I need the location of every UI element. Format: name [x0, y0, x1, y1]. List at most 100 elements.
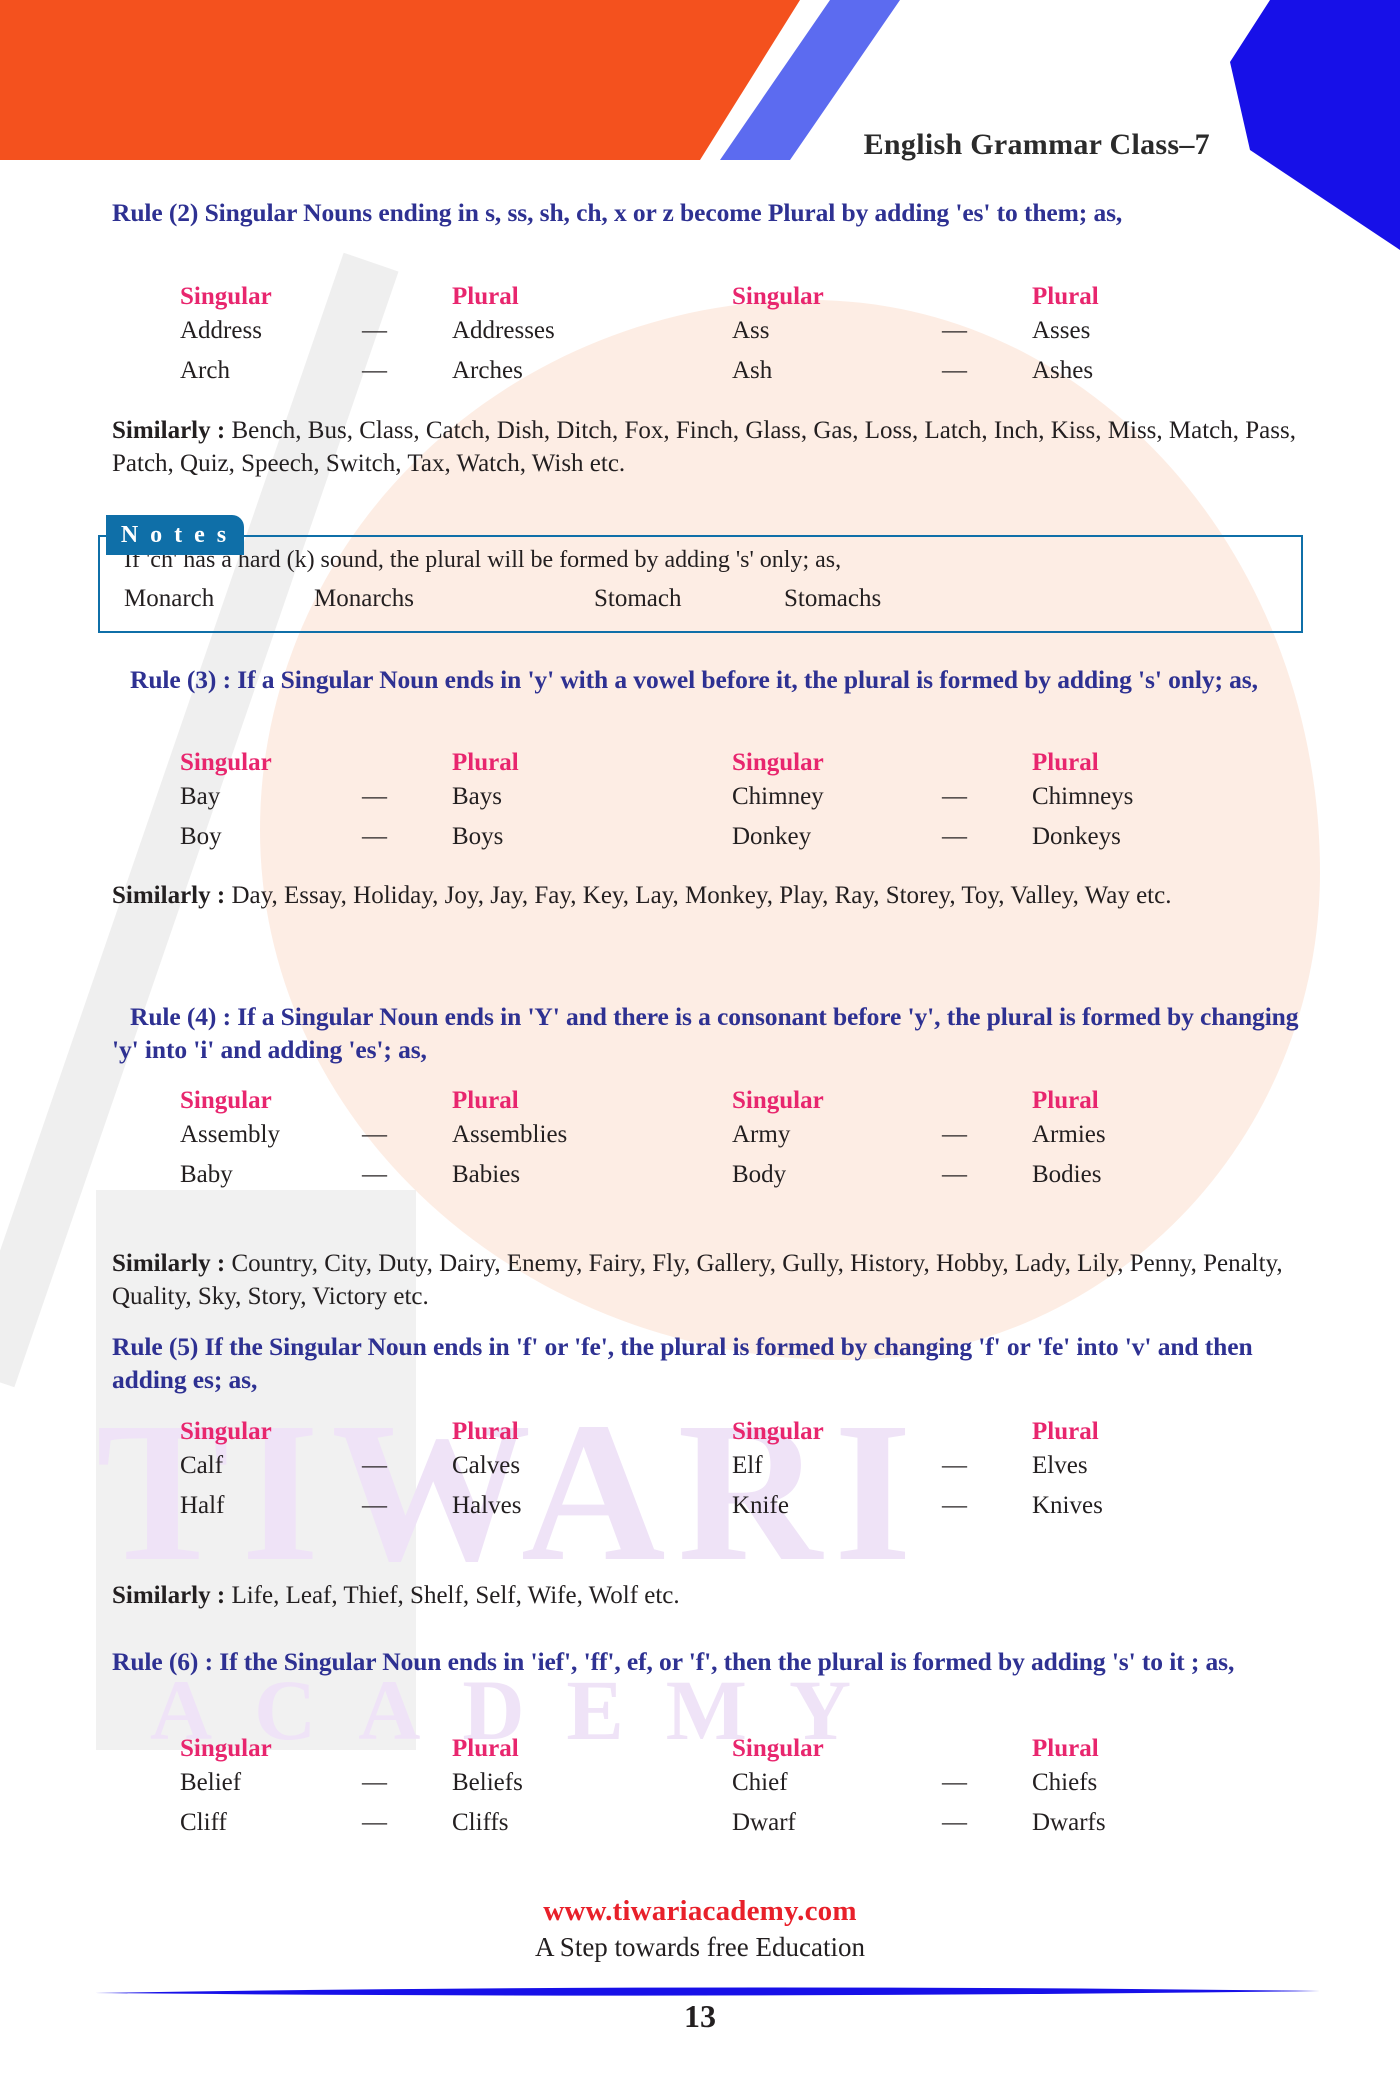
footer-tagline: A Step towards free Education	[535, 1932, 865, 1962]
table-row: Boy — Boys Donkey — Donkeys	[112, 817, 1312, 857]
column-spacer-2	[922, 1087, 1032, 1115]
page-footer: www.tiwariacademy.com A Step towards fre…	[0, 1895, 1400, 1963]
rule-5-similarly: Similarly : Life, Leaf, Thief, Shelf, Se…	[112, 1580, 1307, 1613]
cell-plural-1: Arches	[452, 357, 523, 384]
notes-tab-label: N o t e s	[106, 515, 244, 555]
cell-singular-1: Cliff	[180, 1809, 227, 1836]
column-header-singular-1: Singular	[180, 1735, 272, 1762]
cell-dash-2: —	[942, 823, 967, 850]
column-header-singular-2: Singular	[732, 749, 824, 776]
cell-singular-2: Ass	[732, 317, 770, 344]
rule-4-table: Singular Plural Singular Plural Assembly…	[112, 1087, 1312, 1195]
cell-plural-2: Dwarfs	[1032, 1809, 1106, 1836]
rule-2-similarly: Similarly : Bench, Bus, Class, Catch, Di…	[112, 415, 1307, 481]
column-header-singular-2: Singular	[732, 283, 824, 310]
cell-plural-1: Cliffs	[452, 1809, 509, 1836]
cell-singular-2: Army	[732, 1121, 791, 1148]
cell-singular-2: Chief	[732, 1769, 788, 1796]
column-spacer-2	[922, 749, 1032, 777]
cell-dash-2: —	[942, 357, 967, 384]
rule-3-table: Singular Plural Singular Plural Bay — Ba…	[112, 749, 1312, 857]
cell-plural-1: Halves	[452, 1492, 522, 1519]
column-header-singular-2: Singular	[732, 1418, 824, 1445]
cell-plural-1: Assemblies	[452, 1121, 568, 1148]
column-header-plural-2: Plural	[1032, 1087, 1099, 1114]
table-header-row: Singular Plural Singular Plural	[112, 283, 1312, 311]
column-spacer-1	[342, 1087, 452, 1115]
cell-plural-2: Armies	[1032, 1121, 1106, 1148]
cell-dash-1: —	[362, 1809, 387, 1836]
cell-plural-2: Knives	[1032, 1492, 1103, 1519]
cell-singular-2: Elf	[732, 1452, 763, 1479]
column-header-plural-2: Plural	[1032, 749, 1099, 776]
cell-plural-1: Bays	[452, 783, 502, 810]
cell-dash-2: —	[942, 1492, 967, 1519]
similarly-label: Similarly :	[112, 882, 226, 909]
cell-plural-2: Bodies	[1032, 1161, 1102, 1188]
cell-dash-2: —	[942, 1769, 967, 1796]
cell-dash-1: —	[362, 1161, 387, 1188]
cell-singular-2: Dwarf	[732, 1809, 796, 1836]
column-header-singular-1: Singular	[180, 1418, 272, 1445]
similarly-label: Similarly :	[112, 1582, 226, 1609]
column-header-plural-1: Plural	[452, 1418, 519, 1445]
cell-dash-1: —	[362, 1769, 387, 1796]
column-header-plural-2: Plural	[1032, 1735, 1099, 1762]
cell-singular-2: Body	[732, 1161, 787, 1188]
cell-singular-1: Belief	[180, 1769, 242, 1796]
column-spacer-2	[922, 283, 1032, 311]
rule-6-table: Singular Plural Singular Plural Belief —…	[112, 1735, 1312, 1843]
table-row: Bay — Bays Chimney — Chimneys	[112, 777, 1312, 817]
column-spacer-1	[342, 1735, 452, 1763]
cell-singular-2: Knife	[732, 1492, 789, 1519]
page-number: 13	[684, 1998, 716, 2034]
column-spacer-2	[922, 1418, 1032, 1446]
table-row: Assembly — Assemblies Army — Armies	[112, 1115, 1312, 1155]
cell-dash-1: —	[362, 1452, 387, 1479]
column-spacer-1	[342, 283, 452, 311]
cell-plural-1: Addresses	[452, 317, 555, 344]
cell-dash-1: —	[362, 783, 387, 810]
cell-plural-2: Elves	[1032, 1452, 1088, 1479]
cell-dash-1: —	[362, 357, 387, 384]
cell-singular-1: Boy	[180, 823, 222, 850]
table-header-row: Singular Plural Singular Plural	[112, 1735, 1312, 1763]
cell-dash-2: —	[942, 1161, 967, 1188]
table-row: Cliff — Cliffs Dwarf — Dwarfs	[112, 1803, 1312, 1843]
cell-singular-1: Bay	[180, 783, 221, 810]
cell-dash-2: —	[942, 1809, 967, 1836]
column-header-singular-2: Singular	[732, 1735, 824, 1762]
header-blue-arrow	[1230, 0, 1400, 250]
table-row: Belief — Beliefs Chief — Chiefs	[112, 1763, 1312, 1803]
cell-plural-1: Boys	[452, 823, 504, 850]
notes-plural-1: Monarchs	[314, 585, 414, 612]
column-header-singular-1: Singular	[180, 283, 272, 310]
page-title: English Grammar Class–7	[863, 128, 1210, 161]
cell-plural-2: Chimneys	[1032, 783, 1134, 810]
similarly-label: Similarly :	[112, 1250, 226, 1277]
notes-singular-1: Monarch	[124, 585, 215, 612]
footer-divider	[0, 1985, 1400, 1999]
website-link[interactable]: www.tiwariacademy.com	[0, 1895, 1400, 1928]
cell-singular-1: Baby	[180, 1161, 233, 1188]
table-header-row: Singular Plural Singular Plural	[112, 749, 1312, 777]
cell-plural-2: Asses	[1032, 317, 1091, 344]
rule-2-table: Singular Plural Singular Plural Address …	[112, 283, 1312, 391]
cell-plural-2: Chiefs	[1032, 1769, 1098, 1796]
cell-plural-1: Babies	[452, 1161, 521, 1188]
column-spacer-1	[342, 1418, 452, 1446]
column-header-plural-2: Plural	[1032, 1418, 1099, 1445]
column-header-plural-1: Plural	[452, 1735, 519, 1762]
cell-plural-1: Calves	[452, 1452, 521, 1479]
rule-4-heading: Rule (4) : If a Singular Noun ends in 'Y…	[112, 1000, 1304, 1066]
similarly-list: Bench, Bus, Class, Catch, Dish, Ditch, F…	[112, 417, 1296, 477]
cell-dash-1: —	[362, 317, 387, 344]
column-header-plural-1: Plural	[452, 1087, 519, 1114]
rule-3-text: Rule (3) : If a Singular Noun ends in 'y…	[130, 665, 1258, 694]
cell-dash-2: —	[942, 1452, 967, 1479]
table-row: Calf — Calves Elf — Elves	[112, 1446, 1312, 1486]
notes-example-row: Monarch Monarchs Stomach Stomachs	[124, 585, 1264, 613]
document-page: TIWARI ACADEMY English Grammar Class–7 R…	[0, 0, 1400, 2100]
cell-singular-1: Arch	[180, 357, 230, 384]
cell-dash-2: —	[942, 317, 967, 344]
